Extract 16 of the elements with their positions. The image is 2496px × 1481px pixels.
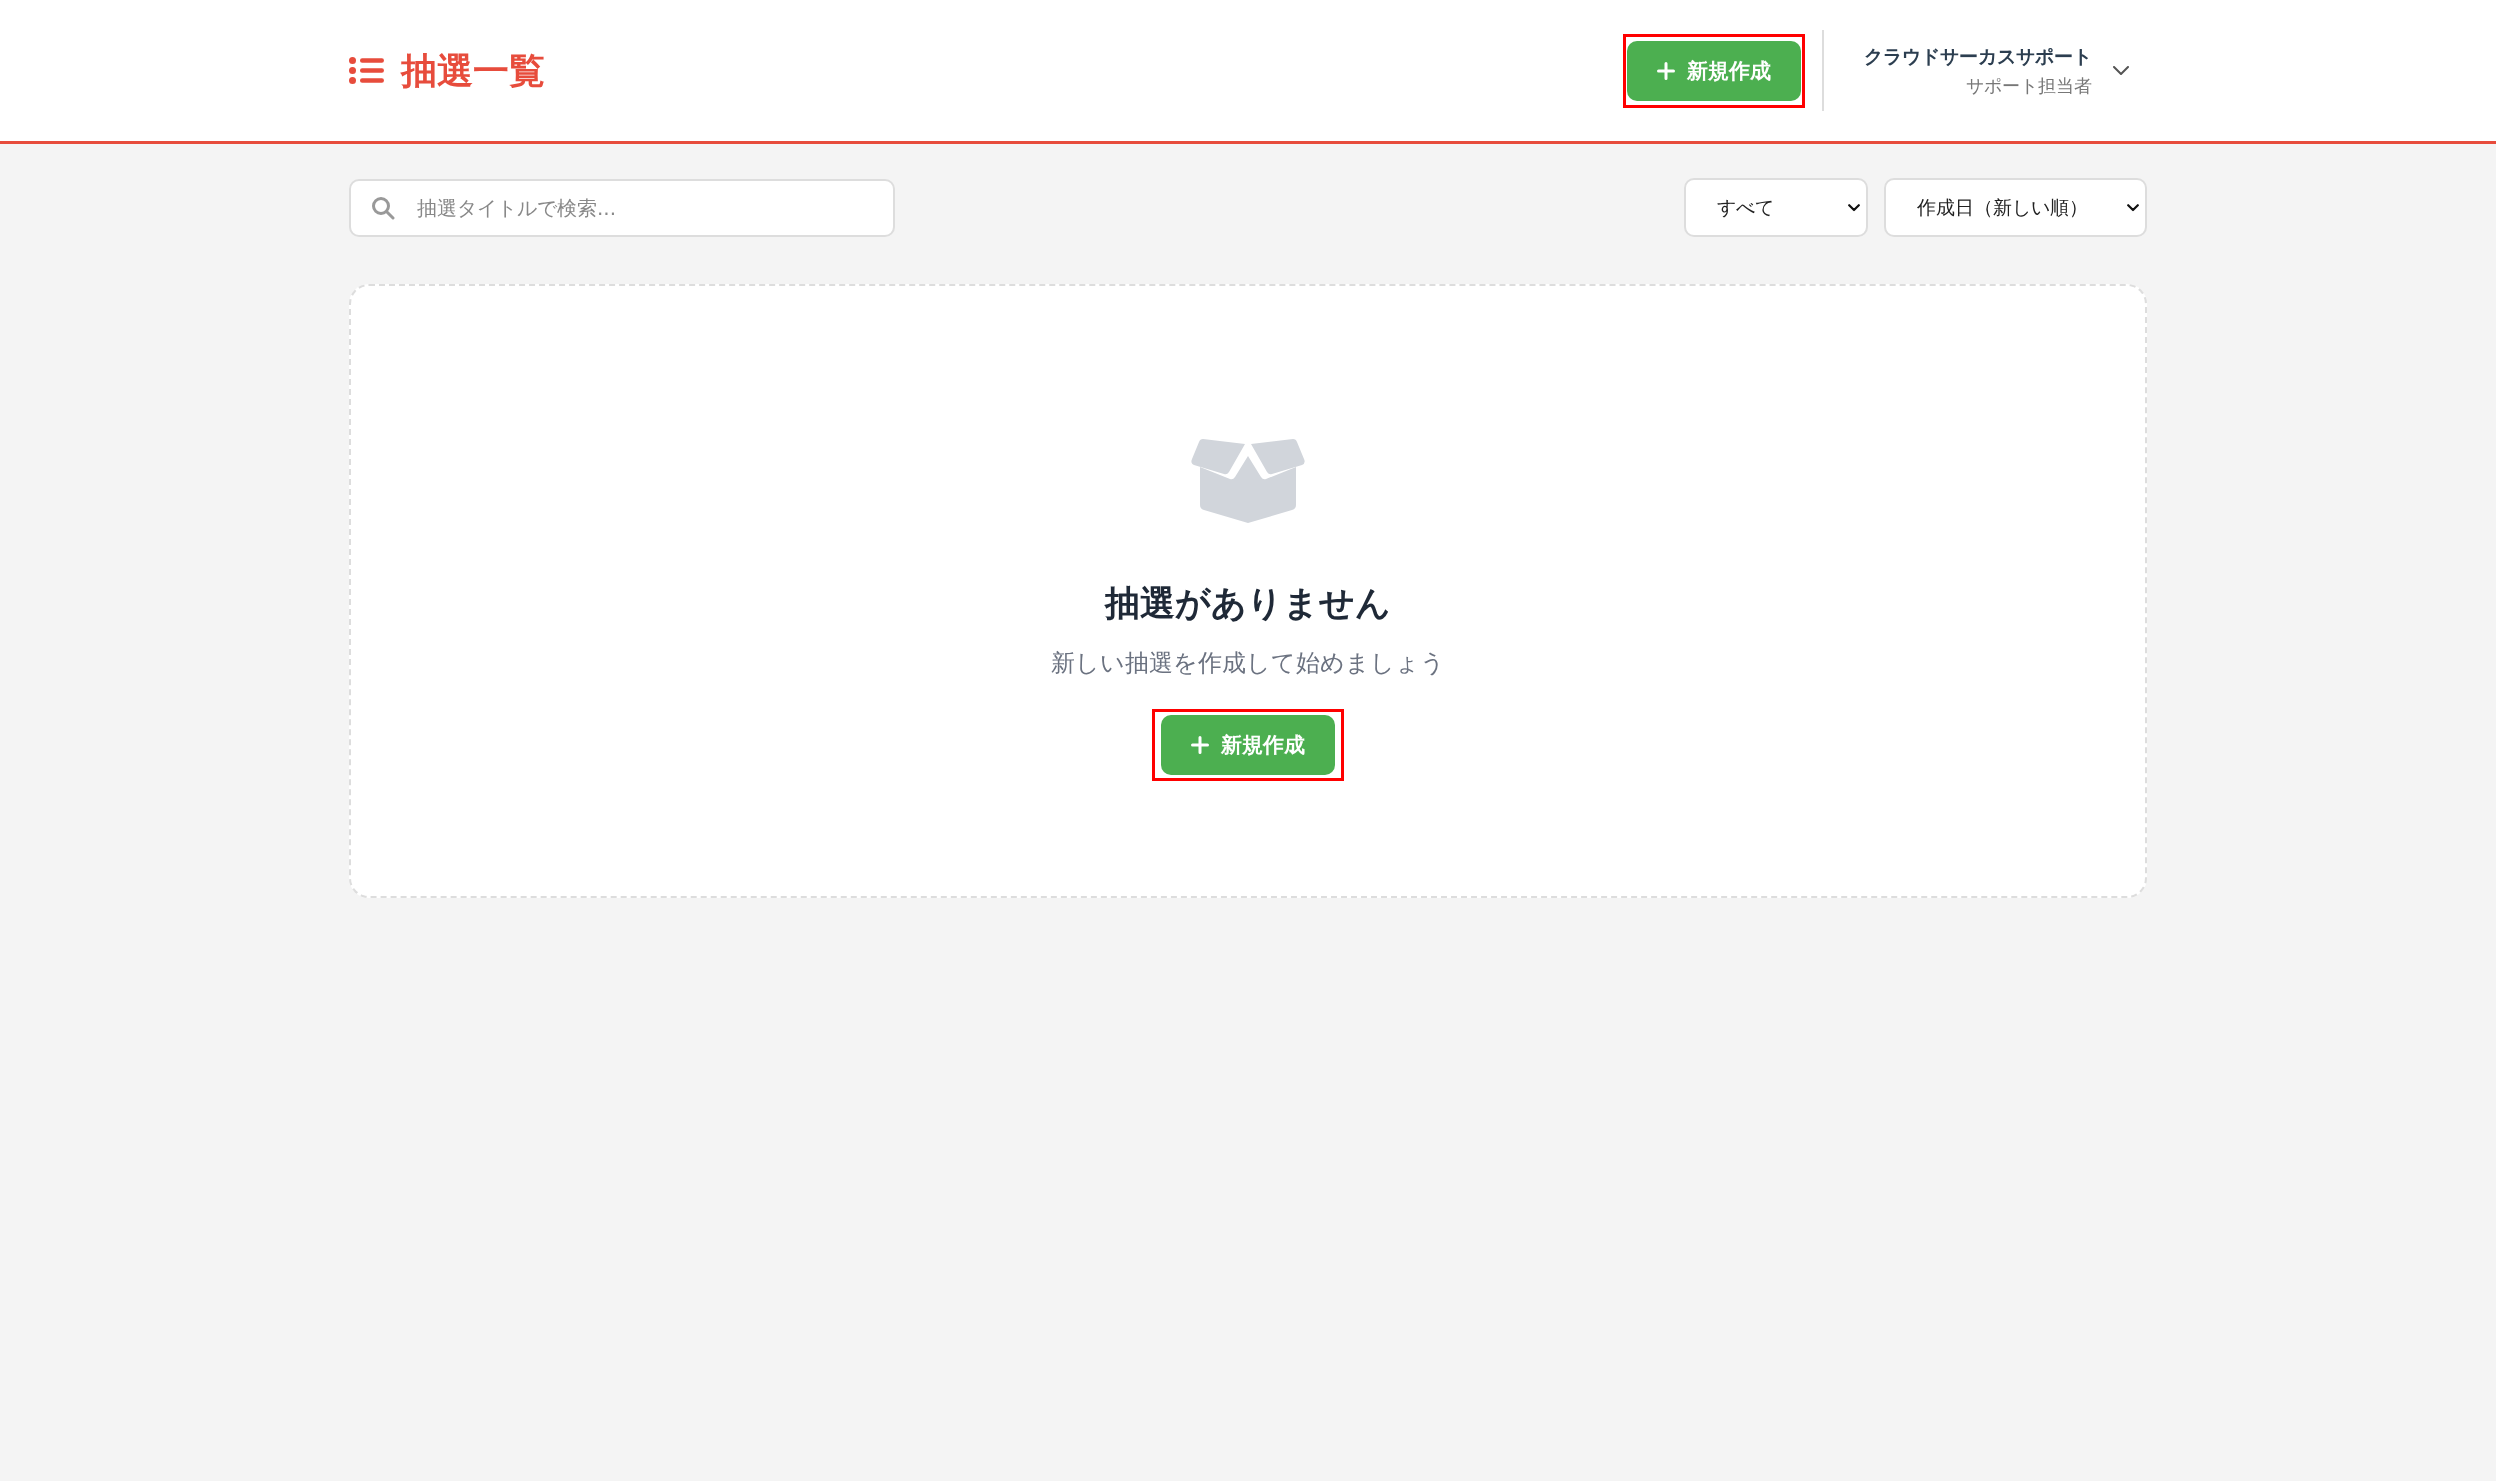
- search-field[interactable]: 抽選タイトルで検索...: [349, 178, 895, 237]
- box-icon: [1190, 439, 1306, 523]
- empty-message: 新しい抽選を作成して始めましょう: [1051, 648, 1445, 679]
- plus-icon: [1191, 736, 1209, 754]
- chevron-down-icon: [1848, 203, 1860, 212]
- user-name: クラウドサーカスサポート: [1864, 43, 2092, 69]
- plus-icon: [1657, 61, 1675, 80]
- chevron-down-icon: [2127, 203, 2139, 212]
- filter-dropdown[interactable]: すべて: [1684, 178, 1868, 237]
- search-icon: [371, 195, 395, 220]
- empty-title: 抽選がありません: [1105, 582, 1391, 624]
- user-role: サポート担当者: [1966, 73, 2092, 98]
- filter-dropdown[interactable]: 作成日（新しい順）: [1884, 178, 2147, 237]
- page-title: 抽選一覧: [401, 48, 545, 93]
- chevron-down-icon[interactable]: [2113, 66, 2129, 75]
- list-icon: [349, 57, 384, 84]
